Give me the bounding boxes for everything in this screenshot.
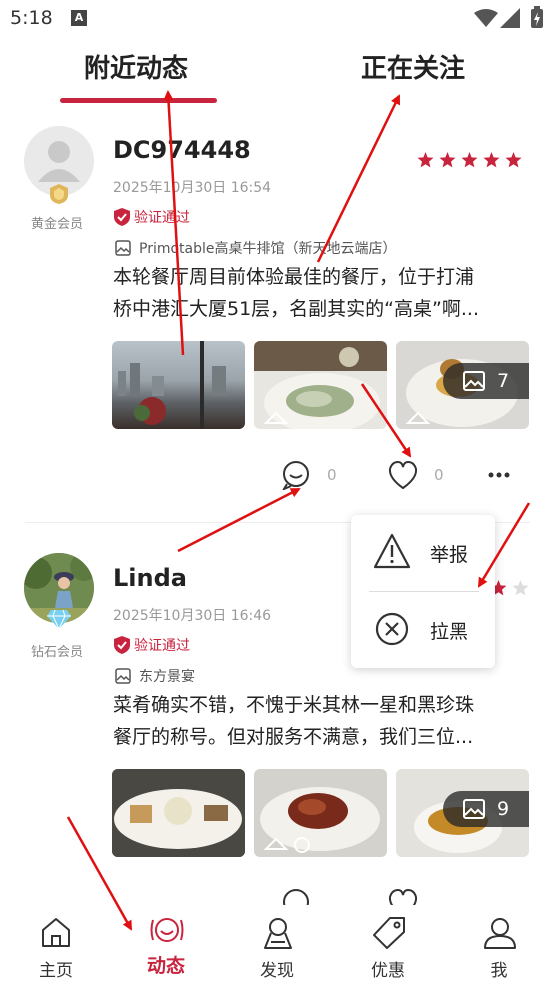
gold-badge-icon	[50, 184, 68, 204]
rating-stars	[417, 152, 522, 168]
post-photo[interactable]	[112, 769, 245, 857]
block-menu-item[interactable]: 拉黑	[351, 592, 495, 668]
verified-label: 验证通过	[134, 638, 190, 654]
post-photo[interactable]: 9	[396, 769, 529, 857]
discover-icon	[264, 918, 292, 949]
nav-home[interactable]: 主页	[16, 905, 96, 984]
like-count: 0	[434, 466, 444, 484]
nav-label: 动态	[146, 955, 185, 977]
member-level-label: 黄金会员	[31, 217, 84, 232]
username[interactable]: DC974448	[113, 136, 251, 164]
block-label: 拉黑	[430, 620, 469, 643]
star-empty-icon	[512, 580, 529, 596]
post-photo[interactable]	[112, 341, 245, 429]
nav-label: 我	[490, 961, 508, 981]
nav-moments[interactable]: 动态	[126, 905, 206, 984]
more-options-icon[interactable]	[487, 470, 511, 480]
username[interactable]: Linda	[113, 564, 187, 592]
member-level-label: 钻石会员	[31, 645, 84, 660]
nav-discover[interactable]: 发现	[237, 905, 317, 984]
post-text[interactable]: 本轮餐厅周目前体验最佳的餐厅，位于打浦 桥中港汇大厦51层，名副其实的“高桌”啊…	[113, 261, 533, 325]
nav-label: 发现	[260, 961, 294, 981]
verified-badge: 验证通过	[114, 635, 190, 655]
post-text[interactable]: 菜肴确实不错，不愧于米其林一星和黑珍珠 餐厅的称号。但对服务不满意，我们三位..…	[113, 689, 533, 753]
verified-shield-icon	[114, 636, 130, 654]
wifi-icon	[474, 9, 498, 27]
home-icon	[42, 918, 70, 947]
status-time: 5:18	[10, 7, 53, 29]
city-view-photo	[118, 341, 226, 429]
rating-stars	[490, 580, 529, 596]
verified-badge: 验证通过	[114, 207, 190, 227]
roast-duck-photo	[260, 787, 380, 853]
image-icon	[115, 668, 131, 684]
restaurant-name: 东方景宴	[139, 669, 195, 685]
restaurant-name: Primotable高桌牛排馆（新天地云端店）	[139, 241, 397, 257]
post-photo[interactable]	[254, 341, 387, 429]
photo-count: 9	[496, 798, 510, 820]
comment-icon[interactable]	[281, 888, 311, 905]
profile-icon	[484, 918, 516, 949]
restaurant-link[interactable]: 东方景宴	[115, 666, 195, 686]
battery-icon	[531, 6, 543, 28]
arrow	[177, 487, 301, 553]
nav-coupons[interactable]: 优惠	[348, 905, 428, 984]
photo-count-overlay: 7	[443, 363, 529, 399]
salad-dish-photo	[254, 341, 387, 429]
post-time: 2025年10月30日 16:46	[113, 608, 272, 624]
notification-icon: A	[71, 10, 87, 26]
post-text-line: 桥中港汇大厦51层，名副其实的“高桌”啊...	[113, 298, 479, 320]
signal-icon	[500, 8, 520, 28]
star-icon	[461, 152, 478, 168]
post-text-line: 菜肴确实不错，不愧于米其林一星和黑珍珠	[113, 694, 475, 716]
post-photo[interactable]: 7	[396, 341, 529, 429]
star-icon	[417, 152, 434, 168]
post-text-line: 本轮餐厅周目前体验最佳的餐厅，位于打浦	[113, 266, 475, 288]
image-icon	[115, 240, 131, 256]
report-label: 举报	[430, 543, 469, 566]
comment-count: 0	[327, 466, 337, 484]
nav-profile[interactable]: 我	[459, 905, 539, 984]
moments-icon	[150, 918, 184, 942]
bottom-nav: 主页 动态 发现 优惠 我	[0, 905, 554, 984]
coupon-tag-icon	[373, 917, 405, 949]
block-x-icon	[375, 612, 409, 646]
photo-count: 7	[496, 370, 510, 392]
post-text-line: 餐厅的称号。但对服务不满意，我们三位...	[113, 726, 474, 748]
heart-icon[interactable]	[388, 888, 418, 905]
nav-label: 优惠	[371, 961, 405, 981]
status-bar: 5:18 A	[0, 0, 554, 36]
post-time: 2025年10月30日 16:54	[113, 180, 272, 196]
nav-label: 主页	[39, 961, 73, 981]
star-icon	[439, 152, 456, 168]
tab-following[interactable]: 正在关注	[361, 48, 465, 85]
photo-count-overlay: 9	[443, 791, 529, 827]
diamond-badge-icon	[47, 609, 71, 630]
verified-shield-icon	[114, 208, 130, 226]
warning-icon	[373, 533, 411, 569]
image-icon	[462, 371, 485, 391]
star-icon	[505, 152, 522, 168]
tab-nearby[interactable]: 附近动态	[84, 48, 188, 85]
report-menu-item[interactable]: 举报	[351, 515, 495, 591]
image-icon	[462, 799, 485, 819]
more-options-menu: 举报 拉黑	[351, 515, 495, 668]
post-photo[interactable]	[254, 769, 387, 857]
restaurant-link[interactable]: Primotable高桌牛排馆（新天地云端店）	[115, 238, 397, 258]
plated-dish-photo	[112, 769, 245, 857]
heart-icon[interactable]	[388, 460, 418, 490]
comment-icon[interactable]	[281, 460, 311, 490]
star-icon	[483, 152, 500, 168]
verified-label: 验证通过	[134, 210, 190, 226]
active-tab-indicator	[60, 98, 217, 103]
